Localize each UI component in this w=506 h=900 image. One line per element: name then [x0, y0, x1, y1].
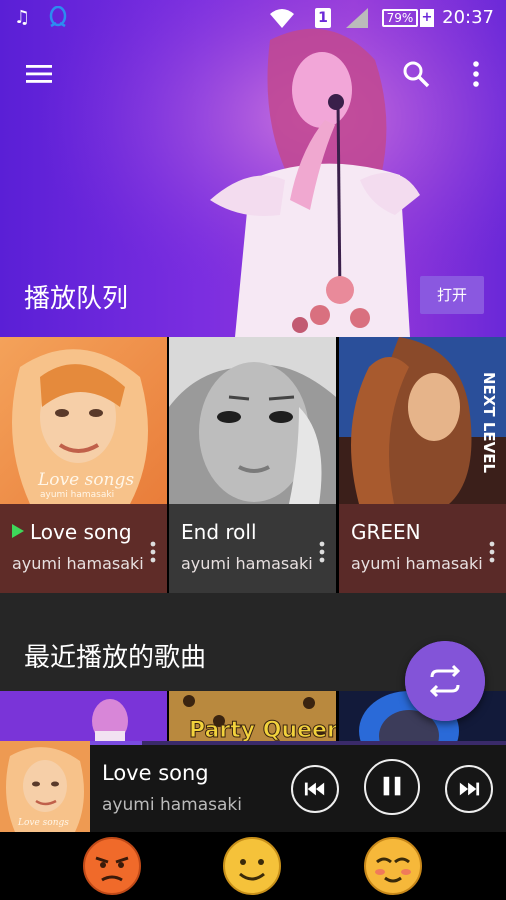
next-track-button[interactable] — [445, 765, 493, 813]
card-info: Love song ayumi hamasaki — [0, 504, 167, 593]
now-playing-album-art[interactable]: Love songs — [0, 741, 90, 832]
queue-title: 播放队列 — [24, 284, 129, 314]
home-emoji-icon[interactable] — [222, 836, 282, 896]
album-caption: Love songs — [17, 818, 69, 828]
sim-slot-badge: 1 — [315, 8, 331, 28]
album-caption: Love songs — [37, 470, 134, 490]
album-artist-caption: ayumi hamasaki — [40, 490, 114, 500]
recent-album-art[interactable]: Party Queen — [169, 691, 336, 743]
song-artist: ayumi hamasaki — [12, 554, 144, 573]
wifi-icon — [270, 9, 294, 28]
now-playing-title: Love song — [102, 761, 209, 785]
pause-icon — [383, 776, 401, 796]
navigation-bar — [0, 832, 506, 900]
pause-button[interactable] — [364, 759, 420, 815]
more-vert-icon[interactable] — [460, 58, 492, 90]
menu-icon[interactable] — [24, 58, 56, 90]
now-playing-indicator-icon — [12, 524, 24, 538]
song-artist: ayumi hamasaki — [351, 554, 483, 573]
more-vert-icon[interactable] — [147, 540, 159, 564]
previous-track-button[interactable] — [291, 765, 339, 813]
queue-cards: Love songs ayumi hamasaki Love song ayum… — [0, 337, 506, 593]
recents-emoji-icon[interactable] — [363, 836, 423, 896]
open-queue-button[interactable]: 打开 — [420, 276, 484, 314]
music-note-icon: ♫ — [14, 7, 31, 28]
recent-title: 最近播放的歌曲 — [24, 643, 207, 673]
album-caption: NEXT LEVEL — [480, 372, 498, 473]
song-card[interactable]: End roll ayumi hamasaki — [169, 337, 336, 593]
skip-previous-icon — [304, 782, 325, 796]
signal-icon — [346, 8, 368, 28]
song-artist: ayumi hamasaki — [181, 554, 313, 573]
song-title: Love song — [30, 520, 132, 544]
skip-next-icon — [459, 782, 480, 796]
song-card[interactable]: NEXT LEVEL GREEN ayumi hamasaki — [339, 337, 506, 593]
clock: 20:37 — [442, 7, 494, 28]
more-vert-icon[interactable] — [316, 540, 328, 564]
song-title: GREEN — [351, 520, 421, 544]
now-playing-artist: ayumi hamasaki — [102, 795, 242, 815]
recent-album-art[interactable] — [0, 691, 167, 743]
card-info: End roll ayumi hamasaki — [169, 504, 336, 593]
album-art — [169, 337, 336, 504]
shuffle-repeat-fab[interactable] — [405, 641, 485, 721]
card-info: GREEN ayumi hamasaki — [339, 504, 506, 593]
back-emoji-icon[interactable] — [82, 836, 142, 896]
album-art: Love songs ayumi hamasaki — [0, 337, 167, 504]
queue-hero[interactable]: ♫ 1 79% + 20:37 播放队列 打开 — [0, 0, 506, 337]
qq-icon — [49, 6, 67, 28]
song-title: End roll — [181, 520, 257, 544]
status-bar: ♫ 1 79% + 20:37 — [0, 0, 506, 36]
album-caption: Party Queen — [189, 718, 336, 743]
now-playing-bar[interactable]: Love songs Love song ayumi hamasaki — [0, 741, 506, 832]
more-vert-icon[interactable] — [486, 540, 498, 564]
album-art: NEXT LEVEL — [339, 337, 506, 504]
search-icon[interactable] — [400, 58, 432, 90]
song-card[interactable]: Love songs ayumi hamasaki Love song ayum… — [0, 337, 167, 593]
charging-icon: + — [420, 9, 434, 27]
battery-icon: 79% — [382, 9, 418, 27]
